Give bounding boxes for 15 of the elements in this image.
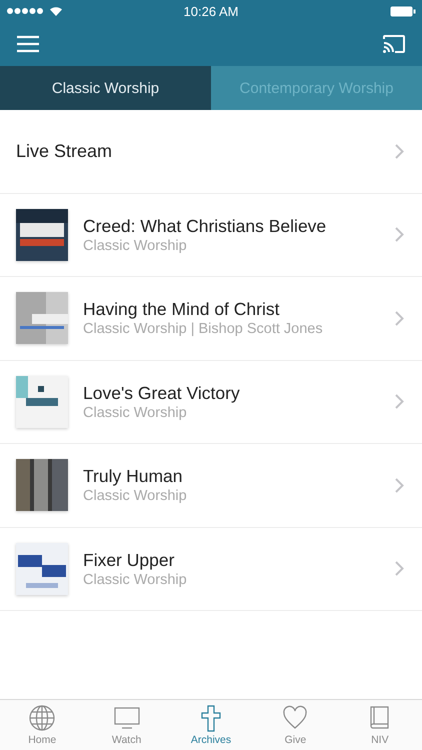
- battery-icon: [390, 6, 416, 16]
- globe-icon: [28, 704, 56, 732]
- menu-icon[interactable]: [14, 33, 42, 55]
- cast-icon[interactable]: [380, 32, 408, 56]
- chevron-right-icon: [395, 394, 404, 410]
- chevron-right-icon: [395, 561, 404, 576]
- chevron-right-icon: [395, 310, 404, 326]
- chevron-right-icon: [395, 478, 404, 493]
- tab-bar-item[interactable]: Archives: [168, 700, 254, 750]
- chevron-right-icon: [395, 144, 404, 159]
- wifi-icon: [49, 6, 63, 16]
- signal-icon: [6, 7, 46, 15]
- status-time: 10:26 AM: [184, 4, 238, 18]
- chevron-right-icon: [395, 227, 404, 242]
- segment-tab[interactable]: Classic Worship: [0, 66, 211, 110]
